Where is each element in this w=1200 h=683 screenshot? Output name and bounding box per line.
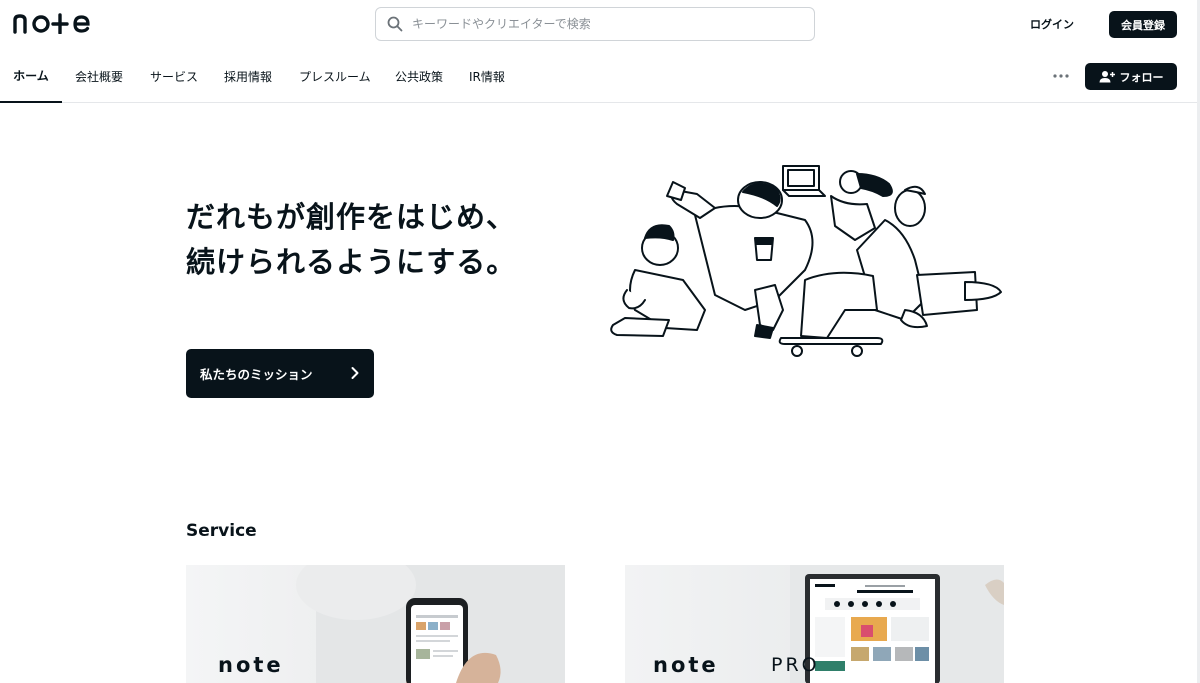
tab-service[interactable]: サービス [150,50,198,103]
search-input[interactable] [412,17,792,31]
site-header: ログイン 会員登録 [0,0,1197,48]
service-heading: Service [186,521,257,541]
search-box[interactable] [375,7,815,41]
add-user-icon [1099,71,1115,83]
ellipsis-icon [1053,74,1069,78]
service-card-pro-suffix: PRO [771,654,820,676]
service-card-brand: note [218,653,284,677]
tab-pressroom[interactable]: プレスルーム [299,50,371,103]
follow-label: フォロー [1119,70,1164,84]
service-card-brand: note [653,653,719,677]
tab-recruit[interactable]: 採用情報 [224,50,272,103]
hero-title: だれもが創作をはじめ、 続けられるようにする。 [186,195,516,285]
main-nav: ホーム 会社概要 サービス 採用情報 プレスルーム 公共政策 IR情報 フォロー [0,50,1197,103]
note-logo[interactable] [13,12,91,38]
service-card-note-pro[interactable]: note PRO [625,565,1004,683]
mission-button[interactable]: 私たちのミッション [186,349,374,398]
mission-button-label: 私たちのミッション [200,367,313,382]
follow-button[interactable]: フォロー [1085,63,1177,90]
hero-title-line2: 続けられるようにする。 [186,245,517,279]
tab-ir[interactable]: IR情報 [469,50,505,103]
chevron-right-icon [351,367,359,379]
service-card-note[interactable]: note [186,565,565,683]
signup-button[interactable]: 会員登録 [1109,11,1177,38]
tab-home[interactable]: ホーム [0,50,62,103]
login-link[interactable]: ログイン [1030,16,1074,32]
tab-company[interactable]: 会社概要 [75,50,123,103]
hero-title-line1: だれもが創作をはじめ、 [186,200,517,234]
tab-public-policy[interactable]: 公共政策 [395,50,443,103]
search-icon [378,8,412,40]
creators-illustration [610,165,1002,357]
more-options-button[interactable] [1050,62,1072,90]
